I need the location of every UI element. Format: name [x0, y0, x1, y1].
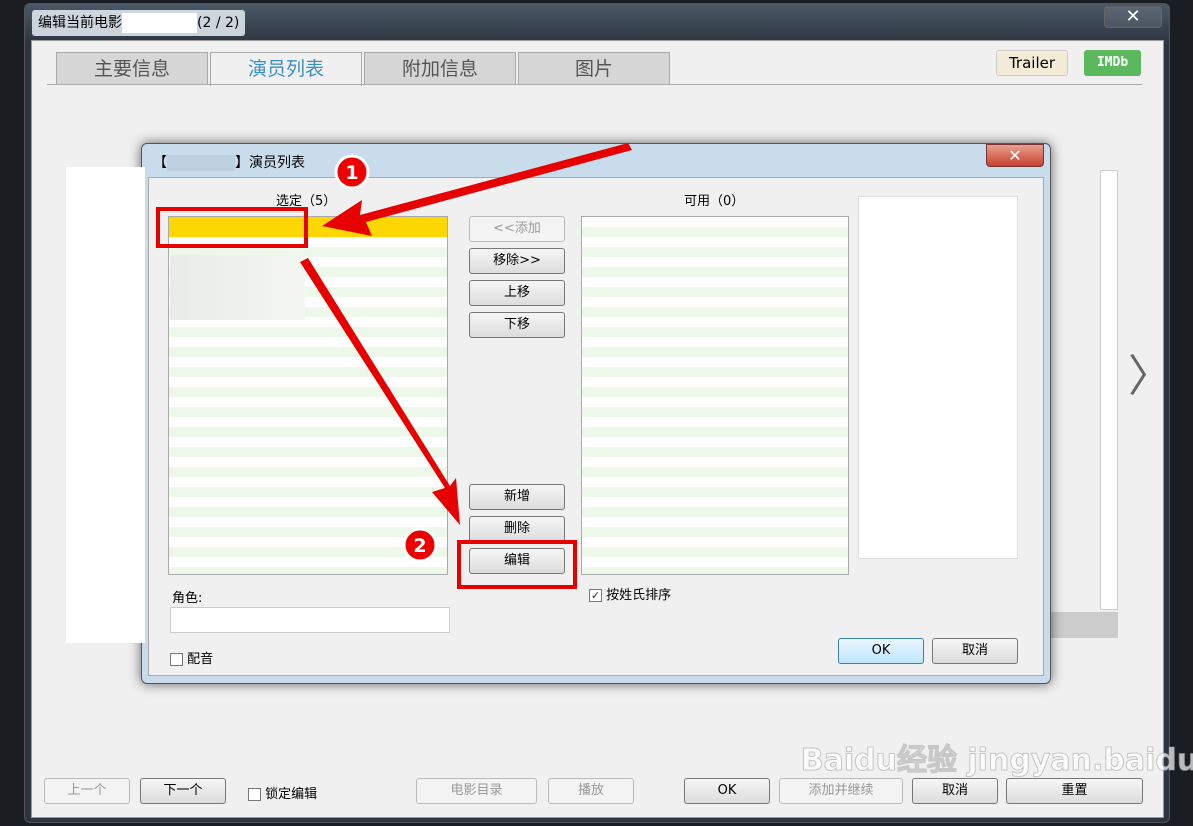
step-1-label: 1 — [345, 162, 358, 184]
watermark: Baidu经验 jingyan.baidu.com — [801, 743, 1193, 778]
arrow-2-icon — [300, 258, 460, 525]
highlight-box-2 — [457, 540, 577, 589]
step-2-label: 2 — [413, 535, 426, 557]
arrow-1-icon — [322, 143, 632, 236]
highlight-box-1 — [156, 207, 308, 248]
annotation-overlay: 1 2 Baidu经验 jingyan.baidu.com — [156, 143, 1193, 779]
